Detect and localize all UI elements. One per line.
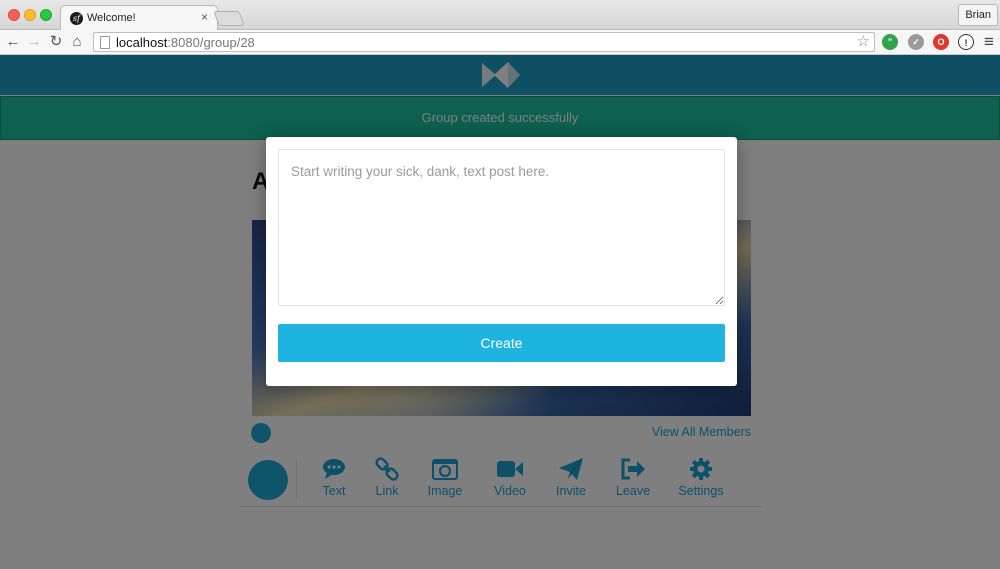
reload-icon[interactable]: ↻ [47, 32, 65, 52]
create-button[interactable]: Create [278, 324, 725, 362]
page-icon [100, 36, 110, 49]
symfony-favicon-icon: sf [70, 12, 83, 25]
address-bar[interactable]: localhost:8080/group/28 ☆ [93, 32, 875, 52]
tab-title: Welcome! [87, 12, 136, 24]
back-arrow-icon[interactable]: ← [4, 32, 22, 52]
menu-icon[interactable]: ≡ [980, 32, 998, 52]
home-icon[interactable]: ⌂ [68, 32, 86, 52]
hangouts-extension-icon[interactable]: ” [882, 34, 898, 50]
text-post-input[interactable] [278, 149, 725, 306]
profile-button[interactable]: Brian [958, 4, 998, 26]
new-tab-button[interactable] [213, 11, 245, 26]
tab-close-icon[interactable]: × [201, 10, 208, 24]
browser-tab[interactable]: sf Welcome! × [60, 5, 218, 31]
opera-extension-icon[interactable]: O [933, 34, 949, 50]
info-extension-icon[interactable]: ! [958, 34, 974, 50]
forward-arrow-icon[interactable]: → [25, 32, 43, 52]
url-text: localhost:8080/group/28 [116, 35, 255, 50]
browser-toolbar: ← → ↻ ⌂ localhost:8080/group/28 ☆ ” ✓ O … [0, 30, 1000, 55]
extension-check-icon[interactable]: ✓ [908, 34, 924, 50]
bookmark-star-icon[interactable]: ☆ [857, 33, 870, 51]
text-post-modal: Create [266, 137, 737, 386]
close-window-button[interactable] [8, 9, 20, 21]
zoom-window-button[interactable] [40, 9, 52, 21]
browser-tab-strip: sf Welcome! × Brian [0, 0, 1000, 31]
minimize-window-button[interactable] [24, 9, 36, 21]
